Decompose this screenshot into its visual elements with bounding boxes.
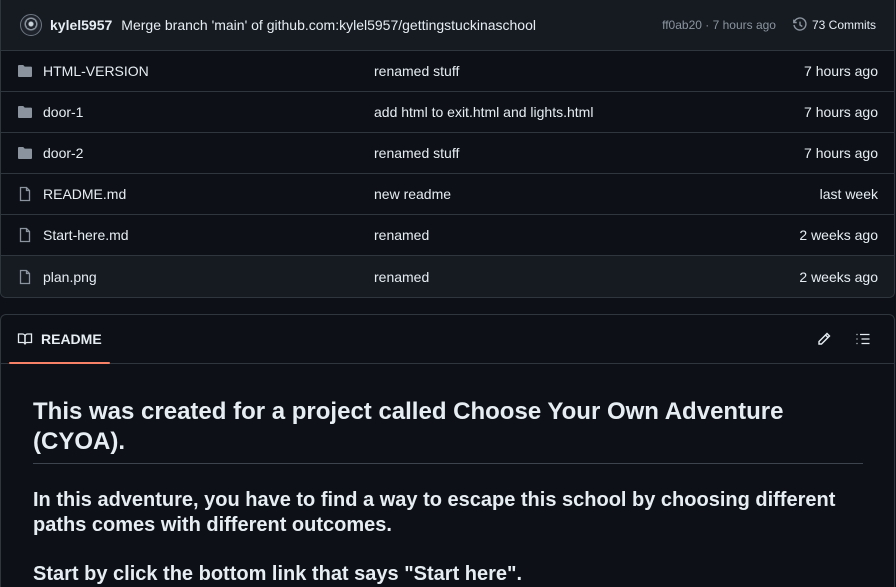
outline-button[interactable]	[848, 324, 878, 354]
file-commit-message[interactable]: new readme	[374, 186, 451, 202]
file-list: HTML-VERSION renamed stuff 7 hours ago door…	[1, 51, 894, 297]
file-name-link[interactable]: Start-here.md	[43, 227, 374, 243]
file-commit-message[interactable]: renamed	[374, 227, 429, 243]
file-name-link[interactable]: HTML-VERSION	[43, 63, 374, 79]
file-commit-message[interactable]: renamed stuff	[374, 63, 459, 79]
file-commit-message[interactable]: renamed	[374, 269, 429, 285]
commit-message[interactable]: Merge branch 'main' of github.com:kylel5…	[121, 17, 536, 33]
file-commit-time: 7 hours ago	[804, 145, 878, 161]
folder-icon	[17, 63, 33, 79]
file-commit-time: 7 hours ago	[804, 63, 878, 79]
edit-button[interactable]	[809, 324, 839, 354]
commit-hash-time[interactable]: ff0ab20 · 7 hours ago	[662, 18, 776, 32]
readme-actions	[800, 324, 878, 354]
file-name-link[interactable]: door-1	[43, 104, 374, 120]
active-tab-indicator	[9, 362, 110, 364]
readme-panel: README This was created for a project ca…	[0, 314, 895, 587]
file-name-link[interactable]: README.md	[43, 186, 374, 202]
file-icon	[17, 227, 33, 243]
readme-header: README	[1, 315, 894, 364]
file-row[interactable]: door-1 add html to exit.html and lights.h…	[1, 92, 894, 133]
file-commit-time: 2 weeks ago	[799, 227, 878, 243]
readme-content: This was created for a project called Ch…	[1, 397, 894, 587]
file-row[interactable]: Start-here.md renamed 2 weeks ago	[1, 215, 894, 256]
file-commit-time: 2 weeks ago	[799, 268, 878, 285]
folder-icon	[17, 104, 33, 120]
list-icon	[856, 333, 870, 345]
readme-heading-2: In this adventure, you have to find a wa…	[33, 489, 836, 536]
avatar[interactable]	[20, 14, 42, 36]
readme-heading-1: This was created for a project called Ch…	[33, 397, 863, 464]
file-row[interactable]: plan.png renamed 2 weeks ago	[1, 256, 894, 297]
book-icon	[17, 333, 33, 345]
file-name-link[interactable]: door-2	[43, 145, 374, 161]
readme-heading-3: Start by click the bottom link that says…	[33, 563, 523, 585]
latest-commit-bar: kylel5957 Merge branch 'main' of github.…	[1, 0, 894, 51]
readme-tab-label: README	[41, 331, 102, 347]
commits-link[interactable]: 73 Commits	[792, 17, 876, 33]
file-name-link[interactable]: plan.png	[43, 269, 374, 285]
pencil-icon	[818, 332, 831, 345]
commit-author[interactable]: kylel5957	[50, 17, 112, 33]
history-icon	[793, 17, 807, 31]
file-row[interactable]: HTML-VERSION renamed stuff 7 hours ago	[1, 51, 894, 92]
file-commit-time: 7 hours ago	[804, 104, 878, 120]
commits-count: 73 Commits	[811, 18, 876, 32]
file-icon	[17, 186, 33, 202]
readme-tab[interactable]: README	[9, 315, 110, 364]
file-row[interactable]: door-2 renamed stuff 7 hours ago	[1, 133, 894, 174]
file-browser: kylel5957 Merge branch 'main' of github.…	[0, 0, 895, 298]
file-commit-message[interactable]: add html to exit.html and lights.html	[374, 104, 593, 120]
commit-info: ff0ab20 · 7 hours ago 73 Commits	[662, 17, 876, 33]
file-commit-time: last week	[819, 186, 878, 202]
file-row[interactable]: README.md new readme last week	[1, 174, 894, 215]
folder-icon	[17, 145, 33, 161]
file-commit-message[interactable]: renamed stuff	[374, 145, 459, 161]
file-icon	[17, 269, 33, 285]
